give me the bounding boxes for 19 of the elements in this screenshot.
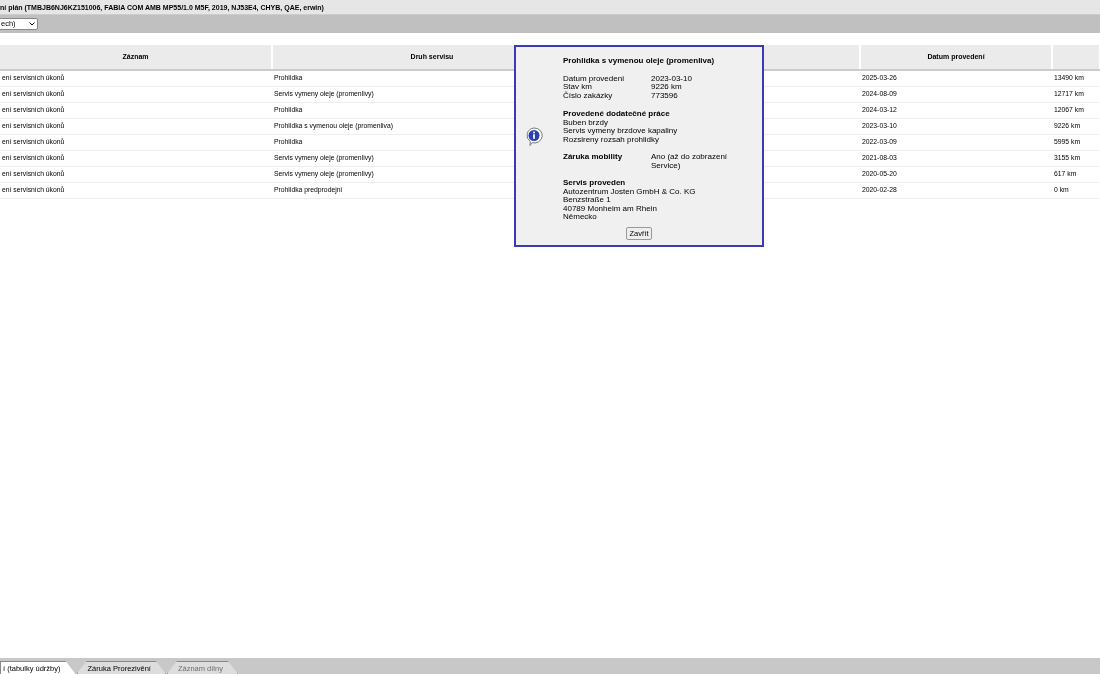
field-value: 9226 km [651,83,683,92]
list-item: Buben brzdy [563,118,609,127]
info-icon [525,127,543,146]
address-line: 40789 Monheim am Rhein [563,204,658,213]
address-line: Autozentrum Josten GmbH & Co. KG [563,187,697,196]
list-item: Servis vymeny brzdove kapaliny [563,127,679,135]
section-heading: Servis proveden [563,179,627,187]
field-label: Číslo zakázky [563,91,614,100]
field-label: Záruka mobility [563,153,624,163]
field-value: 773596 [651,91,679,100]
address-line: Benzstraße 1 [563,196,612,205]
field-label: Datum provedeni [563,74,625,83]
field-value: 2023-03-10 [651,74,693,83]
chevron-down-icon [29,22,35,26]
section-heading: Provedené dodatečné práce [563,110,671,119]
field-value: Ano (až do zobrazení Service) [651,153,729,170]
address-line: Německo [563,213,598,222]
field-label: Stav km [563,83,592,91]
list-item: Rozsireny rozsah prohlidky [563,135,660,144]
